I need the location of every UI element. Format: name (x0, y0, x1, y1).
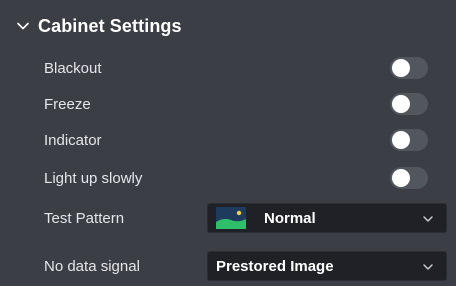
no-data-signal-select[interactable]: Prestored Image (207, 251, 447, 281)
panel-title: Cabinet Settings (38, 15, 182, 36)
light-up-slowly-toggle[interactable] (390, 167, 428, 189)
no-data-signal-row: No data signal Prestored Image (44, 251, 447, 281)
freeze-label: Freeze (44, 95, 91, 113)
light-up-slowly-label: Light up slowly (44, 169, 143, 187)
toggle-knob (392, 95, 410, 113)
cabinet-settings-panel: Cabinet Settings Blackout Freeze Indicat… (0, 0, 456, 286)
toggle-knob (392, 169, 410, 187)
freeze-row: Freeze (44, 89, 440, 119)
test-pattern-row: Test Pattern Normal (44, 203, 447, 233)
blackout-label: Blackout (44, 59, 102, 77)
test-pattern-value: Normal (264, 209, 316, 227)
chevron-down-icon (423, 216, 433, 222)
indicator-toggle[interactable] (390, 129, 428, 151)
chevron-down-icon (17, 22, 29, 30)
toggle-knob (392, 131, 410, 149)
indicator-label: Indicator (44, 131, 102, 149)
indicator-row: Indicator (44, 125, 440, 155)
blackout-toggle[interactable] (390, 57, 428, 79)
blackout-row: Blackout (44, 53, 440, 83)
chevron-down-icon (423, 264, 433, 270)
cabinet-settings-header[interactable]: Cabinet Settings (16, 14, 182, 38)
no-data-signal-value: Prestored Image (216, 257, 334, 275)
landscape-image-icon (216, 207, 246, 229)
toggle-knob (392, 59, 410, 77)
freeze-toggle[interactable] (390, 93, 428, 115)
light-up-slowly-row: Light up slowly (44, 163, 440, 193)
test-pattern-select[interactable]: Normal (207, 203, 447, 233)
